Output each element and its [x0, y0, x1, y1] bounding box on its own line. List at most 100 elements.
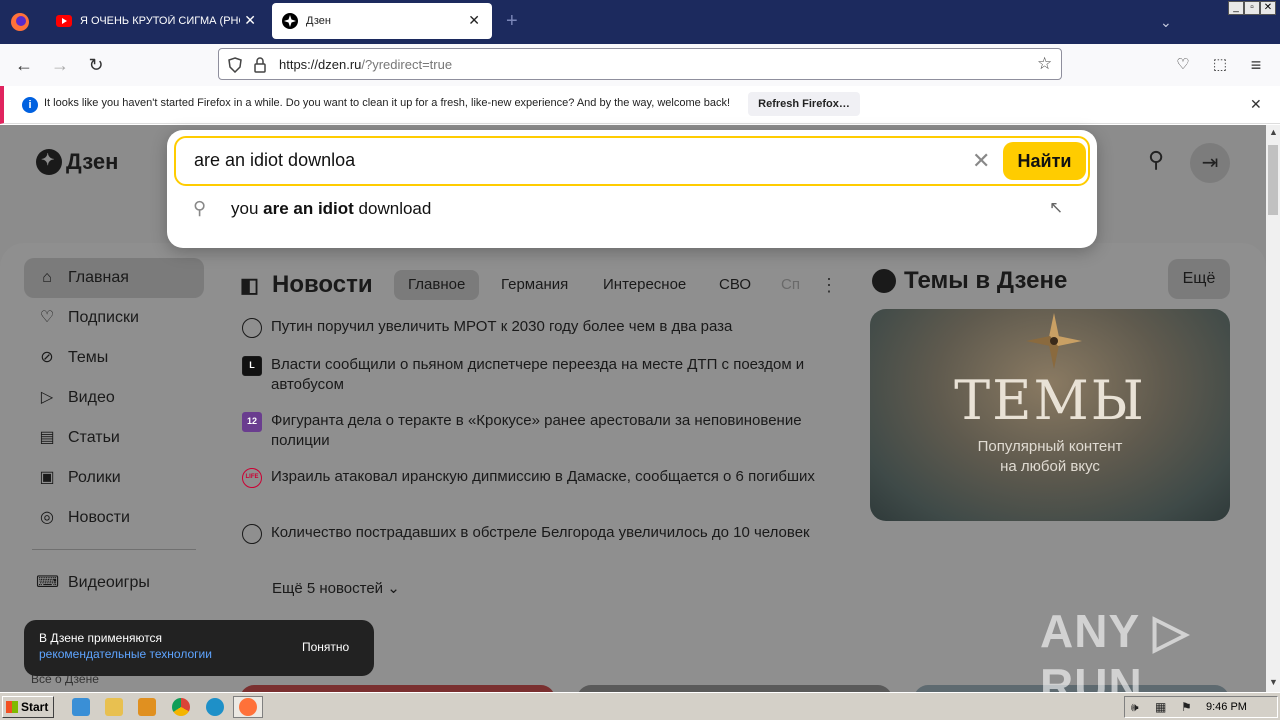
- themes-heading: Темы в Дзене: [872, 267, 1067, 295]
- tab-list-chevron-icon[interactable]: ⌄: [1160, 14, 1172, 31]
- search-box: ✕ Найти: [174, 136, 1090, 186]
- scroll-up-icon[interactable]: ▲: [1269, 127, 1278, 137]
- news-tab-main[interactable]: Главное: [394, 270, 480, 300]
- accept-button[interactable]: Понятно: [302, 640, 349, 654]
- more-news-label: Ещё 5 новостей: [272, 580, 384, 597]
- news-source-icon: [242, 318, 262, 338]
- new-tab-icon[interactable]: +: [506, 10, 518, 33]
- search-icon[interactable]: ⚲: [1148, 147, 1164, 173]
- sidebar-divider: [32, 549, 196, 550]
- recommendation-link[interactable]: рекомендательные технологии: [39, 646, 212, 662]
- bookmark-star-icon[interactable]: ☆: [1037, 54, 1052, 74]
- clock: 9:46 PM: [1206, 701, 1247, 713]
- themes-card-subtitle: Популярный контент на любой вкус: [870, 437, 1230, 477]
- url-text[interactable]: https://dzen.ru/?yredirect=true: [279, 57, 452, 72]
- folder-icon[interactable]: [105, 698, 123, 716]
- maximize-icon[interactable]: ▫: [1244, 1, 1260, 15]
- edge-icon[interactable]: [206, 698, 224, 716]
- insert-suggestion-arrow-icon[interactable]: ↖: [1049, 198, 1063, 218]
- search-input[interactable]: [194, 150, 954, 171]
- close-tab-icon[interactable]: ✕: [244, 13, 256, 27]
- news-item[interactable]: LIFE Израиль атаковал иранскую дипмиссию …: [242, 467, 832, 488]
- more-dots-icon[interactable]: ⋮: [820, 275, 838, 296]
- reload-icon[interactable]: ↻: [85, 54, 107, 76]
- news-tab-interesting[interactable]: Интересное: [589, 270, 700, 300]
- sidebar-item-shorts[interactable]: ▣ Ролики: [24, 458, 204, 498]
- news-headline: Израиль атаковал иранскую дипмиссию в Да…: [271, 468, 815, 485]
- start-button[interactable]: Start: [2, 696, 54, 718]
- search-popup: ✕ Найти ⚲ you are an idiot download ↖: [167, 130, 1097, 248]
- cookie-toast: В Дзене применяются рекомендательные тех…: [24, 620, 374, 676]
- news-item[interactable]: 12 Фигуранта дела о теракте в «Крокусе» р…: [242, 411, 832, 451]
- news-headline: Количество пострадавших в обстреле Белго…: [271, 524, 810, 541]
- sidebar-item-label: Новости: [68, 509, 130, 526]
- close-tab-icon[interactable]: ✕: [468, 13, 480, 27]
- search-submit-button[interactable]: Найти: [1003, 142, 1086, 180]
- tab-dzen[interactable]: Дзен ✕: [272, 3, 492, 39]
- dzen-logo[interactable]: Дзен: [36, 149, 118, 175]
- login-icon[interactable]: ⇥: [1190, 143, 1230, 183]
- sidebar-item-videogames[interactable]: ⌨ Видеоигры: [24, 563, 204, 603]
- pocket-icon[interactable]: ♡: [1172, 54, 1194, 76]
- news-headline: Власти сообщили о пьяном диспетчере пере…: [271, 356, 805, 393]
- shield-icon[interactable]: [227, 57, 243, 73]
- news-title: Новости: [272, 271, 373, 298]
- lock-icon[interactable]: [253, 57, 267, 73]
- media-player-icon[interactable]: [138, 698, 156, 716]
- network-icon[interactable]: ▦: [1155, 700, 1166, 714]
- sidebar-item-news[interactable]: ◎ Новости: [24, 498, 204, 538]
- ie-icon[interactable]: [72, 698, 90, 716]
- logo-text: Дзен: [66, 149, 119, 174]
- clear-icon[interactable]: ✕: [972, 148, 990, 174]
- url-bar[interactable]: https://dzen.ru/?yredirect=true ☆: [218, 48, 1062, 80]
- close-window-icon[interactable]: ✕: [1260, 1, 1276, 15]
- subtitle-line: Популярный контент: [977, 438, 1123, 455]
- menu-icon[interactable]: ≡: [1245, 54, 1267, 76]
- tab-youtube[interactable]: Я ОЧЕНЬ КРУТОЙ СИГМА (PHONK ✕: [46, 3, 268, 39]
- play-icon: ▷: [40, 389, 54, 406]
- card-thumbnail[interactable]: [577, 685, 892, 692]
- themes-title: Темы в Дзене: [904, 267, 1068, 294]
- news-tab-svo[interactable]: СВО: [705, 270, 765, 300]
- sidebar-item-articles[interactable]: ▤ Статьи: [24, 418, 204, 458]
- extensions-icon[interactable]: ⬚: [1209, 54, 1231, 76]
- sidebar-item-subscriptions[interactable]: ♡ Подписки: [24, 298, 204, 338]
- themes-more-button[interactable]: Ещё: [1168, 259, 1230, 299]
- back-icon[interactable]: ←: [13, 54, 35, 76]
- firefox-icon: [239, 698, 257, 716]
- news-tab-sport[interactable]: Сп: [767, 270, 814, 300]
- suggestion-suffix: download: [353, 199, 432, 218]
- card-thumbnail[interactable]: [240, 685, 555, 692]
- more-news-button[interactable]: Ещё 5 новостей ⌄: [272, 579, 400, 597]
- refresh-firefox-button[interactable]: Refresh Firefox…: [748, 92, 860, 116]
- sidebar-item-label: Видеоигры: [68, 574, 150, 591]
- sidebar-item-video[interactable]: ▷ Видео: [24, 378, 204, 418]
- news-source-icon: [242, 524, 262, 544]
- url-path: /?yredirect=true: [361, 57, 453, 72]
- news-headline: Фигуранта дела о теракте в «Крокусе» ран…: [271, 412, 802, 449]
- themes-banner[interactable]: ТЕМЫ Популярный контент на любой вкус: [870, 309, 1230, 521]
- youtube-icon: [56, 15, 72, 27]
- sidebar-item-topics[interactable]: ⊘ Темы: [24, 338, 204, 378]
- news-item[interactable]: Путин поручил увеличить МРОТ к 2030 году…: [242, 317, 832, 338]
- sidebar-item-label: Видео: [68, 389, 115, 406]
- news-item[interactable]: L Власти сообщили о пьяном диспетчере пер…: [242, 355, 832, 395]
- volume-icon[interactable]: 🕪: [1131, 700, 1139, 715]
- book-icon: ▤: [39, 429, 55, 446]
- chrome-icon[interactable]: [172, 698, 190, 716]
- minimize-icon[interactable]: _: [1228, 1, 1244, 15]
- close-icon[interactable]: ✕: [1250, 96, 1262, 113]
- firefox-icon[interactable]: [10, 12, 30, 32]
- news-item[interactable]: Количество пострадавших в обстреле Белго…: [242, 523, 832, 544]
- news-tab-germany[interactable]: Германия: [487, 270, 582, 300]
- search-suggestion[interactable]: ⚲ you are an idiot download ↖: [193, 198, 1073, 222]
- toast-text: В Дзене применяются рекомендательные тех…: [39, 630, 212, 662]
- compass-icon: ⊘: [40, 349, 54, 366]
- flag-icon[interactable]: ⚑: [1181, 700, 1192, 714]
- forward-icon[interactable]: →: [49, 54, 71, 76]
- news-icon: ◧: [240, 275, 259, 297]
- subtitle-line: на любой вкус: [1000, 458, 1100, 475]
- sidebar-item-home[interactable]: ⌂ Главная: [24, 258, 204, 298]
- scroll-thumb[interactable]: [1268, 145, 1278, 215]
- taskbar-firefox-button[interactable]: [233, 696, 263, 718]
